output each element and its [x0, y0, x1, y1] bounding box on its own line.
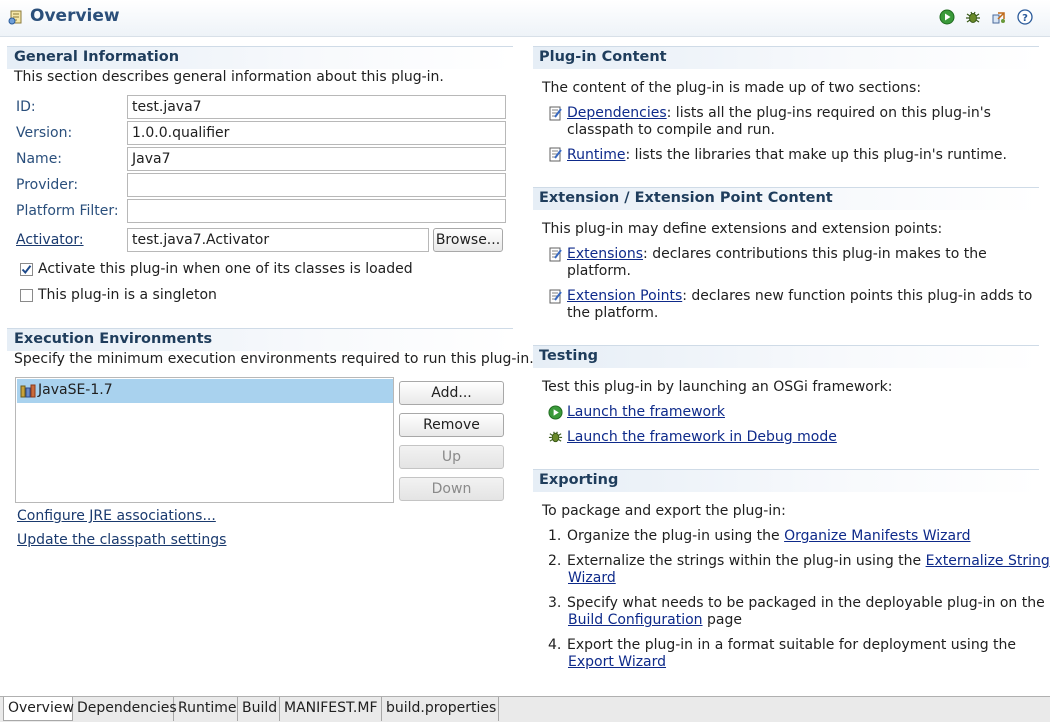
extensions-description-line2: platform.	[567, 263, 631, 279]
activator-field[interactable]: test.java7.Activator	[127, 228, 429, 252]
testing-section-header	[533, 345, 1039, 368]
run-icon[interactable]	[939, 9, 955, 25]
extension-content-title: Extension / Extension Point Content	[539, 190, 833, 206]
tab-build[interactable]: Build	[238, 697, 280, 721]
extension-points-row: Extension Points: declares new function …	[567, 288, 1032, 304]
export-step-1: Organize the plug-in using the Organize …	[567, 528, 971, 544]
execution-environments-list[interactable]: JavaSE-1.7	[15, 377, 394, 503]
plugin-content-title: Plug-in Content	[539, 49, 667, 65]
version-field[interactable]: 1.0.0.qualifier	[127, 121, 506, 145]
id-label: ID:	[16, 99, 36, 115]
extension-points-description: : declares new function points this plug…	[682, 288, 1033, 304]
export-step-3: Specify what needs to be packaged in the…	[567, 595, 1045, 611]
exporting-intro: To package and export the plug-in:	[542, 503, 786, 519]
platform-filter-field[interactable]	[127, 199, 506, 223]
testing-intro: Test this plug-in by launching an OSGi f…	[542, 379, 893, 395]
help-icon[interactable]: ?	[1017, 9, 1033, 25]
move-up-button[interactable]: Up	[399, 445, 504, 469]
extension-points-description-line2: the platform.	[567, 305, 659, 321]
id-field[interactable]: test.java7	[127, 95, 506, 119]
activate-checkbox[interactable]	[20, 263, 33, 276]
run-icon	[548, 405, 563, 420]
browse-button[interactable]: Browse...	[433, 228, 503, 252]
step-number: 1.	[548, 528, 562, 544]
svg-text:?: ?	[1022, 13, 1028, 24]
page-edit-icon	[549, 247, 562, 262]
launch-debug-link[interactable]: Launch the framework in Debug mode	[567, 429, 837, 445]
tab-manifest[interactable]: MANIFEST.MF	[280, 697, 382, 721]
debug-icon[interactable]	[965, 9, 981, 25]
configure-jre-link[interactable]: Configure JRE associations...	[17, 508, 216, 524]
runtime-row: Runtime: lists the libraries that make u…	[567, 147, 1007, 163]
dependencies-row: Dependencies: lists all the plug-ins req…	[567, 105, 991, 121]
name-field[interactable]: Java7	[127, 147, 506, 171]
execution-environments-description: Specify the minimum execution environmen…	[14, 351, 534, 367]
singleton-checkbox-label[interactable]: This plug-in is a singleton	[38, 287, 217, 303]
runtime-description: : lists the libraries that make up this …	[625, 147, 1007, 163]
page-edit-icon	[549, 106, 562, 121]
launch-framework-link[interactable]: Launch the framework	[567, 404, 725, 420]
singleton-checkbox[interactable]	[20, 289, 33, 302]
extensions-row: Extensions: declares contributions this …	[567, 246, 987, 262]
export-wizard-link[interactable]: Export Wizard	[568, 654, 666, 670]
extension-points-link[interactable]: Extension Points	[567, 288, 682, 304]
provider-label: Provider:	[16, 177, 79, 193]
activator-link[interactable]: Activator:	[16, 232, 84, 248]
jre-library-icon	[20, 384, 36, 398]
exporting-title: Exporting	[539, 472, 619, 488]
version-label: Version:	[16, 125, 73, 141]
list-item[interactable]: JavaSE-1.7	[17, 379, 393, 403]
build-configuration-link[interactable]: Build Configuration	[568, 612, 703, 628]
runtime-link[interactable]: Runtime	[567, 147, 625, 163]
debug-icon	[548, 431, 563, 443]
platform-filter-label: Platform Filter:	[16, 203, 119, 219]
tab-runtime[interactable]: Runtime	[174, 697, 238, 721]
update-classpath-link[interactable]: Update the classpath settings	[17, 532, 226, 548]
step-number: 2.	[548, 553, 562, 569]
dependencies-description: : lists all the plug-ins required on thi…	[666, 105, 991, 121]
step-number: 4.	[548, 637, 562, 653]
add-environment-button[interactable]: Add...	[399, 381, 504, 405]
environment-label: JavaSE-1.7	[38, 382, 113, 398]
extensions-description: : declares contributions this plug-in ma…	[643, 246, 987, 262]
export-step-4: Export the plug-in in a format suitable …	[567, 637, 1017, 653]
tab-dependencies[interactable]: Dependencies	[73, 697, 177, 721]
dependencies-link[interactable]: Dependencies	[567, 105, 667, 121]
move-down-button[interactable]: Down	[399, 477, 504, 501]
remove-environment-button[interactable]: Remove	[399, 413, 504, 437]
organize-manifests-wizard-link[interactable]: Organize Manifests Wizard	[784, 528, 970, 544]
dependencies-description-line2: classpath to compile and run.	[567, 122, 775, 138]
plugin-manifest-icon	[8, 10, 22, 25]
step-text: page	[702, 612, 742, 628]
page-title: Overview	[30, 6, 120, 26]
execution-environments-title: Execution Environments	[14, 331, 213, 347]
testing-title: Testing	[539, 348, 599, 364]
export-icon[interactable]	[991, 9, 1007, 25]
extension-content-intro: This plug-in may define extensions and e…	[542, 221, 943, 237]
provider-field[interactable]	[127, 173, 506, 197]
checkmark-icon	[21, 265, 32, 275]
externalize-strings-wizard-link-line2[interactable]: Wizard	[568, 570, 616, 586]
plugin-content-intro: The content of the plug-in is made up of…	[542, 80, 922, 96]
extensions-link[interactable]: Extensions	[567, 246, 643, 262]
activate-checkbox-label[interactable]: Activate this plug-in when one of its cl…	[38, 261, 413, 277]
editor-header	[0, 0, 1050, 37]
page-edit-icon	[549, 289, 562, 304]
tab-overview[interactable]: Overview	[3, 697, 74, 721]
step-number: 3.	[548, 595, 562, 611]
page-edit-icon	[549, 147, 562, 162]
general-information-description: This section describes general informati…	[14, 69, 444, 85]
step-text: Externalize the strings within the plug-…	[567, 553, 926, 569]
externalize-strings-wizard-link[interactable]: Externalize Strings	[926, 553, 1050, 569]
tab-build-properties[interactable]: build.properties	[382, 697, 499, 721]
name-label: Name:	[16, 151, 63, 167]
export-step-2: Externalize the strings within the plug-…	[567, 553, 1050, 569]
general-information-title: General Information	[14, 49, 180, 65]
editor-tab-bar: Overview Dependencies Runtime Build MANI…	[0, 696, 1050, 722]
step-text: Organize the plug-in using the	[567, 528, 785, 544]
export-step-3-line2: Build Configuration page	[568, 612, 742, 628]
